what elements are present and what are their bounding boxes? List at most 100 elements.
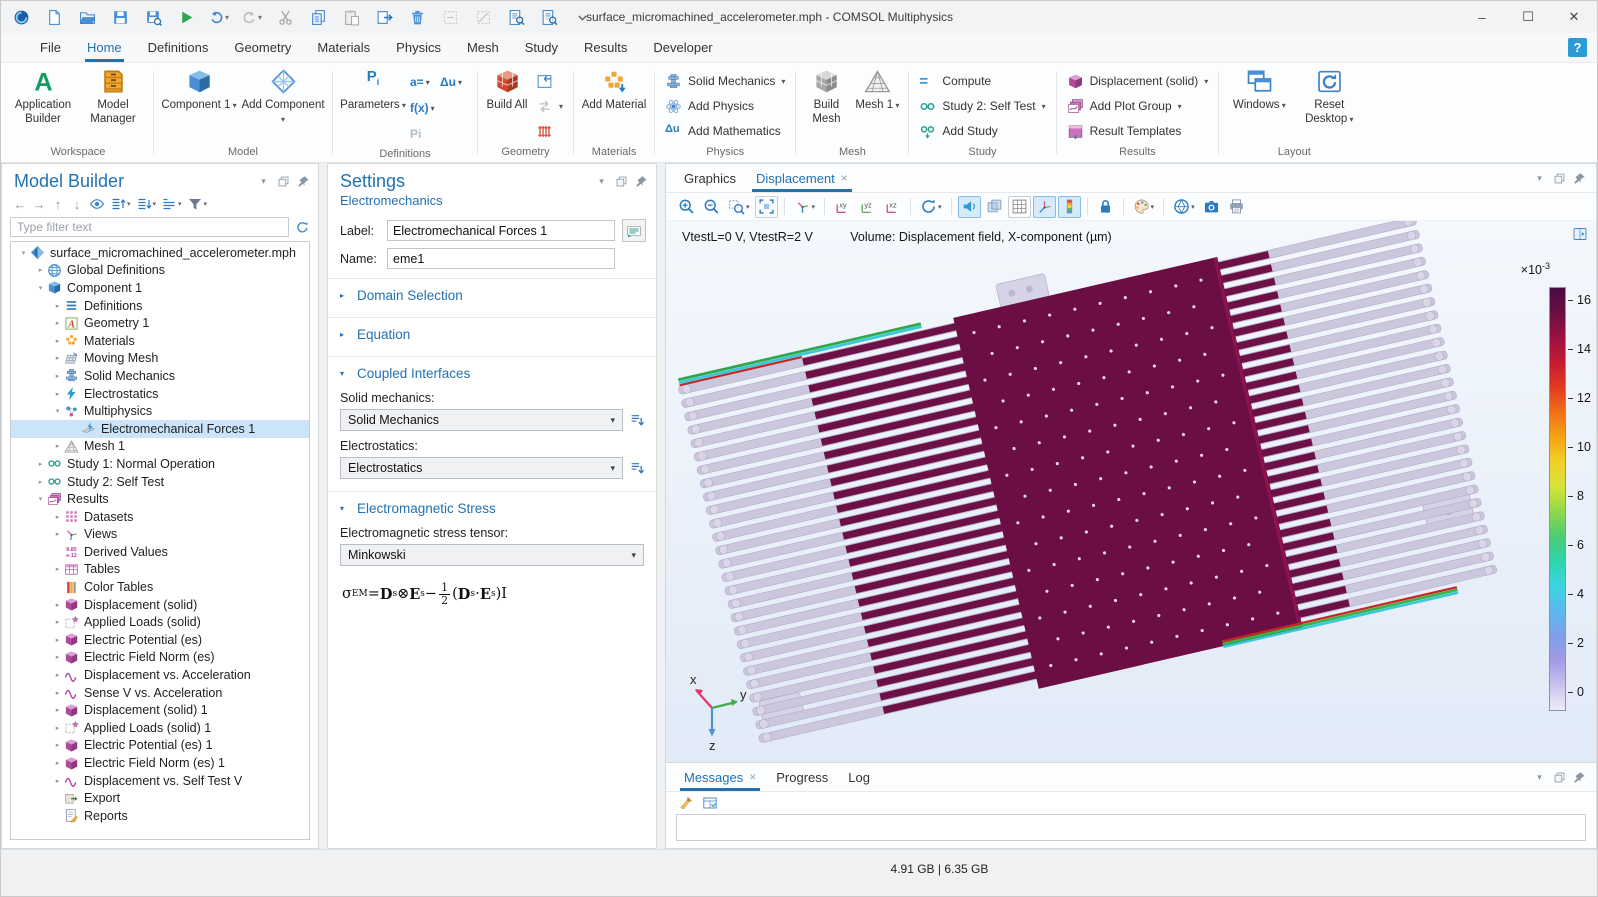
tree-item[interactable]: ▸Electric Potential (es) [11,631,309,649]
expander-icon[interactable]: ▸ [51,337,64,345]
section-domain-selection[interactable]: ▸Domain Selection [328,278,656,311]
compute-button[interactable]: =Compute [916,69,1048,93]
scene-light-icon[interactable] [958,196,981,218]
tab-definitions[interactable]: Definitions [135,33,222,62]
pin-panel-icon[interactable] [635,175,648,188]
tree-item[interactable]: ▸Applied Loads (solid) [11,613,309,631]
tree-item[interactable]: ▸Materials [11,332,309,350]
tree-item[interactable]: ▾surface_micromachined_accelerometer.mph [11,244,309,262]
snapshot-icon[interactable] [1200,196,1223,218]
clear-log-icon[interactable] [678,795,694,811]
section-electromagnetic-stress[interactable]: ▾Electromagnetic Stress [328,491,656,524]
table-report-icon[interactable] [702,795,718,811]
go-to-source-icon[interactable] [629,412,646,429]
cut-icon[interactable] [275,7,295,27]
up-icon[interactable]: ↑ [50,195,66,213]
add-component-button[interactable]: Add Component [241,65,325,127]
study-2-self-test-button[interactable]: Study 2: Self Test [916,94,1048,118]
expander-icon[interactable]: ▸ [51,601,64,609]
print-icon[interactable] [1225,196,1248,218]
tree-item[interactable]: ▸Displacement (solid) [11,596,309,614]
tab-log[interactable]: Log [838,763,880,791]
application-builder-button[interactable]: AApplication Builder [10,65,76,127]
panel-menu-icon[interactable]: ▾ [595,175,608,188]
variables-button[interactable]: a=▾ [410,75,430,89]
expander-icon[interactable]: ▸ [51,302,64,310]
parameters-button[interactable]: PiParameters [340,65,406,112]
pin-panel-icon[interactable] [1573,771,1586,784]
duplicate-icon[interactable] [374,7,394,27]
expander-icon[interactable]: ▸ [51,636,64,644]
minimize-button[interactable]: – [1459,1,1505,33]
add-plot-group-button[interactable]: Add Plot Group [1064,94,1212,118]
tab-developer[interactable]: Developer [640,33,725,62]
geometry-parts-button[interactable] [533,94,566,118]
run-icon[interactable] [176,7,196,27]
float-panel-icon[interactable] [1553,172,1566,185]
panel-menu-icon[interactable]: ▾ [1533,172,1546,185]
expander-icon[interactable]: ▾ [34,495,47,503]
open-file-icon[interactable] [77,7,97,27]
tree-item[interactable]: ▸Sense V vs. Acceleration [11,684,309,702]
forward-icon[interactable]: → [31,195,47,213]
tab-graphics[interactable]: Graphics [674,164,746,192]
go-to-view-icon[interactable]: ▾ [791,196,819,218]
tree-item[interactable]: Reports [11,807,309,825]
show-colorbar-icon[interactable] [1058,196,1081,218]
save-as-icon[interactable] [143,7,163,27]
add-mathematics-button[interactable]: ΔuAdd Mathematics [662,119,788,143]
component-1-button[interactable]: Component 1 [161,65,237,112]
comsol-logo-icon[interactable] [11,7,31,27]
tab-messages[interactable]: Messages× [674,763,766,791]
expander-icon[interactable]: ▸ [34,266,47,274]
expander-icon[interactable]: ▾ [34,284,47,292]
close-tab-icon[interactable]: × [749,770,756,784]
parameter-case-button[interactable]: Pi [410,127,421,141]
environment-icon[interactable]: ▾ [1170,196,1198,218]
tree-item[interactable]: ▸Views [11,526,309,544]
expander-icon[interactable]: ▸ [51,741,64,749]
color-theme-icon[interactable]: ▾ [1130,196,1158,218]
pin-panel-icon[interactable] [297,175,310,188]
expand-all-icon[interactable]: ▾ [109,195,132,213]
expander-icon[interactable]: ▸ [51,354,64,362]
expander-icon[interactable]: ▸ [51,390,64,398]
down-icon[interactable]: ↓ [69,195,85,213]
tree-item[interactable]: ▸Displacement vs. Self Test V [11,772,309,790]
tree-item[interactable]: ▸Electric Potential (es) 1 [11,737,309,755]
zoom-extents-icon[interactable] [755,196,778,218]
nonlocal-couplings-button[interactable]: Δu▾ [440,75,462,89]
copy-icon[interactable] [308,7,328,27]
find-replace-icon[interactable] [539,7,559,27]
tree-item[interactable]: ▸Tables [11,561,309,579]
expander-icon[interactable]: ▸ [51,759,64,767]
tab-progress[interactable]: Progress [766,763,838,791]
tree-item[interactable]: ▸Electrostatics [11,385,309,403]
mesh-1-button[interactable]: Mesh 1 [853,65,901,112]
tree-item[interactable]: ▸Datasets [11,508,309,526]
tree-item[interactable]: ▾Component 1 [11,279,309,297]
tree-item[interactable]: ▾Results [11,490,309,508]
expander-icon[interactable]: ▸ [51,565,64,573]
tab-physics[interactable]: Physics [383,33,454,62]
dock-icon[interactable] [1572,226,1588,242]
tree-item[interactable]: ▸Displacement (solid) 1 [11,701,309,719]
add-study-button[interactable]: Add Study [916,119,1048,143]
tree-item[interactable]: Export [11,789,309,807]
tree-item[interactable]: ▸AGeometry 1 [11,314,309,332]
tree-item[interactable]: Electromechanical Forces 1 [11,420,309,438]
name-field[interactable] [387,248,615,269]
expander-icon[interactable]: ▸ [51,442,64,450]
rotate-icon[interactable]: ▾ [917,196,945,218]
reset-desktop-button[interactable]: Reset Desktop [1296,65,1362,127]
filter-icon[interactable]: ▾ [186,195,209,213]
insert-sequence-button[interactable] [533,69,566,93]
show-grid-icon[interactable] [1008,196,1031,218]
tree-item[interactable]: ▸Applied Loads (solid) 1 [11,719,309,737]
disable-node-icon[interactable] [440,7,460,27]
tab-mesh[interactable]: Mesh [454,33,512,62]
add-physics-button[interactable]: Add Physics [662,94,788,118]
tree-item[interactable]: ▸Electric Field Norm (es) 1 [11,754,309,772]
back-icon[interactable]: ← [12,195,28,213]
build-mesh-button[interactable]: Build Mesh [803,65,849,127]
